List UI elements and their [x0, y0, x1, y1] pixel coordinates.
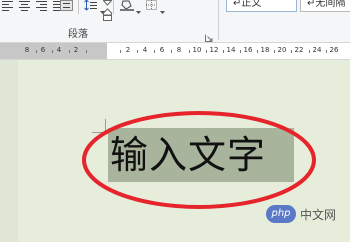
ruler-tick — [206, 50, 207, 53]
ruler-label: 22 — [294, 46, 304, 54]
ruler-label: 14 — [226, 46, 236, 54]
ruler-tick — [274, 50, 275, 53]
dialog-launcher-icon[interactable] — [205, 27, 213, 42]
watermark: php 中文网 — [266, 203, 336, 225]
ruler-tick — [223, 50, 224, 53]
borders-icon[interactable] — [146, 0, 158, 11]
ruler-tick — [257, 50, 258, 53]
ruler-label: 24 — [312, 46, 322, 54]
ruler-tick — [189, 50, 190, 53]
ruler-label: 4 — [56, 46, 62, 54]
align-right-icon[interactable] — [36, 0, 48, 11]
ruler-tick — [326, 50, 327, 53]
indent-marker-icon[interactable] — [102, 0, 113, 24]
ruler-label: 26 — [329, 46, 339, 54]
ruler-label: 10 — [192, 46, 202, 54]
page-left-margin — [0, 60, 18, 242]
ruler-tick — [120, 50, 121, 53]
ruler-label: 20 — [277, 46, 287, 54]
ruler-tick — [137, 50, 138, 53]
ruler-tick — [171, 50, 172, 53]
distribute-icon[interactable] — [60, 0, 74, 11]
align-center-icon[interactable] — [19, 0, 31, 11]
php-logo: php — [266, 205, 296, 223]
toolbar-separator — [78, 0, 79, 14]
horizontal-ruler[interactable]: 8 6 4 2 2 4 6 8 10 12 14 16 18 20 22 24 … — [0, 43, 350, 60]
ruler-label: 2 — [125, 46, 131, 54]
watermark-site-name: 中文网 — [300, 207, 337, 222]
align-left-icon[interactable] — [2, 0, 14, 11]
ruler-label: 8 — [176, 46, 182, 54]
style-no-spacing[interactable]: ↵无间隔 — [300, 0, 350, 12]
ruler-label: 6 — [159, 46, 165, 54]
ruler-tick — [36, 50, 37, 53]
chevron-down-icon[interactable] — [136, 1, 142, 14]
text-boundary-corner-mark — [92, 118, 106, 133]
toolbar-separator — [113, 0, 114, 14]
ruler-label: 12 — [209, 46, 219, 54]
ruler-tick — [52, 50, 53, 53]
ruler-label: 2 — [73, 46, 79, 54]
ruler-label: 8 — [24, 46, 30, 54]
ribbon-group-divider — [218, 0, 219, 40]
ruler-tick — [154, 50, 155, 53]
paragraph-group-label: 段落 — [68, 29, 88, 40]
ruler-tick — [291, 50, 292, 53]
ruler-label: 16 — [243, 46, 253, 54]
ruler-tick — [86, 50, 87, 53]
ruler-tick — [69, 50, 70, 53]
ribbon: 段落 ↵正文 ↵无间隔 — [0, 0, 350, 43]
ruler-label: 18 — [260, 46, 270, 54]
shading-icon[interactable] — [120, 0, 134, 11]
ruler-label: 4 — [142, 46, 148, 54]
chevron-down-icon[interactable] — [160, 1, 166, 14]
ruler-label: 6 — [40, 46, 46, 54]
ruler-tick — [309, 50, 310, 53]
selected-text[interactable]: 输入文字 — [108, 128, 294, 182]
style-normal[interactable]: ↵正文 — [226, 0, 297, 12]
line-spacing-icon[interactable] — [84, 0, 98, 11]
ruler-tick — [240, 50, 241, 53]
